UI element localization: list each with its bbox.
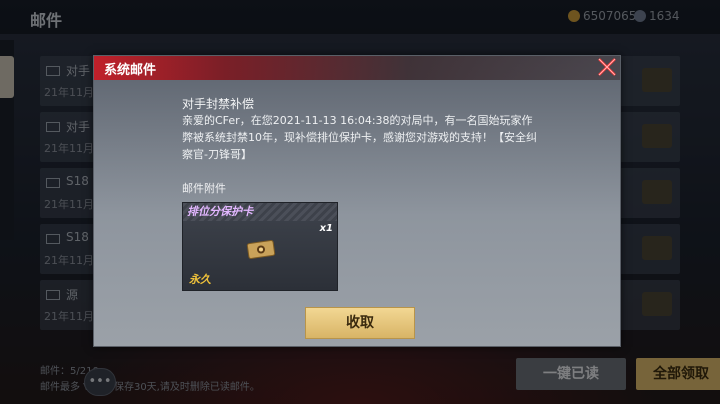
system-mail-dialog: 系统邮件 对手封禁补偿 亲爱的CFer，在您2021-11-13 16:04:3… — [93, 55, 621, 347]
close-button[interactable] — [592, 52, 622, 82]
protection-card-icon — [246, 240, 276, 259]
attachment-name: 排位分保护卡 — [183, 203, 337, 221]
mail-body: 亲爱的CFer，在您2021-11-13 16:04:38的对局中，有一名国始玩… — [182, 114, 537, 161]
claim-button[interactable]: 收取 — [305, 307, 415, 339]
close-icon — [598, 58, 616, 76]
dialog-title: 系统邮件 — [104, 63, 157, 78]
attachment-quantity: x1 — [319, 223, 333, 234]
attachment-label: 邮件附件 — [182, 182, 226, 195]
dialog-header: 系统邮件 — [94, 56, 620, 80]
mail-subject: 对手封禁补偿 — [182, 97, 255, 111]
attachment-duration: 永久 — [189, 273, 211, 286]
attachment-card: 排位分保护卡 x1 永久 — [182, 202, 338, 291]
